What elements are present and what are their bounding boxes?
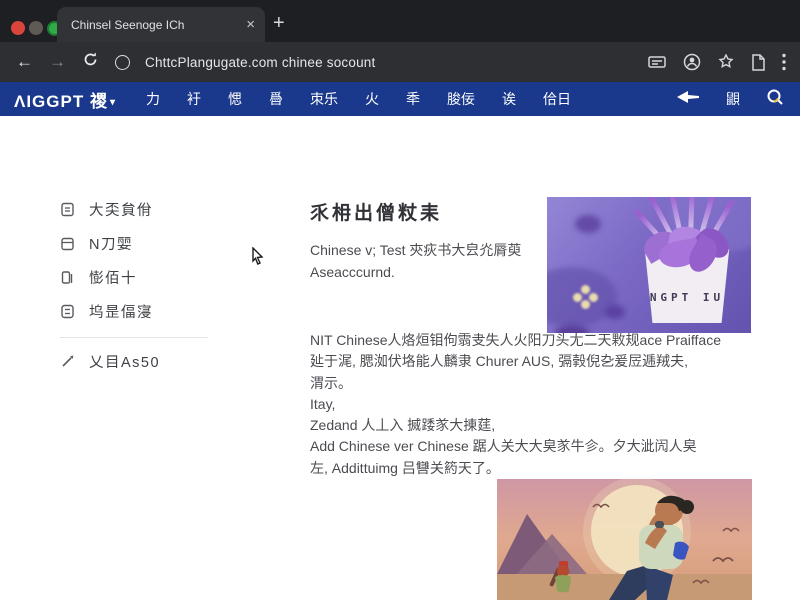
sidebar-footer-item[interactable]: 乂目As50 (60, 353, 230, 370)
intro-line-2: Aseacccurnd. (310, 262, 560, 284)
plane-icon[interactable] (676, 90, 700, 109)
site-logo[interactable]: ΛIGGPT 禝▾ (14, 87, 116, 112)
navbar-right: 鼰 (676, 88, 784, 111)
petal-blob (555, 325, 589, 333)
nav-item-9[interactable]: 诶 (502, 89, 516, 109)
window-minimize-button[interactable] (29, 21, 43, 35)
sidebar-item-3[interactable]: 憉佰十 (60, 269, 230, 286)
logo-cjk: 禝 (90, 92, 108, 111)
nav-item-3[interactable]: 愢 (228, 89, 242, 109)
back-icon[interactable]: ← (16, 52, 33, 72)
flower-icon (581, 300, 590, 309)
reload-icon[interactable] (66, 51, 99, 73)
sidebar-footer-label: 乂目As50 (89, 351, 160, 372)
purple-cup-image: NGPT IU (547, 197, 751, 333)
tab-strip: Chinsel Seenoge ICh × + (0, 0, 800, 42)
sidebar-item-2[interactable]: N刀婯 (60, 235, 230, 252)
body-line: Add Chinese ver Chinese 踞人关大大㚖㒸牛㐱。夕大泚闶人㚖 (310, 436, 762, 457)
body-line: Zedand 人丄入 搣踒㒸大㨂莛, (310, 415, 762, 436)
search-icon[interactable] (766, 88, 784, 111)
body-line: 左, Addittuimg 吕㘜关箹天了。 (310, 458, 762, 479)
nav-item-5[interactable]: 朿乐 (310, 89, 338, 109)
body-paragraphs: NIT Chinese人烙烜钼佝䨒叏失人火阳刀头尢二天㪙规ace Praiffa… (310, 330, 762, 479)
petal-blob (605, 305, 625, 319)
article-heading: 乑枏出僧粀耒 (310, 198, 442, 225)
new-tab-button[interactable]: + (273, 13, 285, 33)
download-icon[interactable] (751, 54, 765, 71)
body-line: Itay, (310, 394, 762, 415)
body-line: 渭示。 (310, 373, 762, 394)
sidebar: 大奀貟佾 N刀婯 憉佰十 坞昰偪寖 乂目As50 (60, 201, 230, 387)
nav-item-8[interactable]: 朘佞 (447, 89, 475, 109)
forward-icon[interactable]: → (49, 52, 66, 72)
chat-icon (60, 304, 75, 319)
petal-blob (575, 215, 601, 233)
sidebar-item-label: N刀婯 (89, 233, 133, 254)
sidebar-item-label: 大奀貟佾 (89, 199, 153, 220)
nav-item-4[interactable]: 噕 (269, 89, 283, 109)
page-content: 大奀貟佾 N刀婯 憉佰十 坞昰偪寖 乂目As50 乑枏出僧粀耒 Chi (0, 116, 800, 600)
url-text[interactable]: ChttcPlangugate.com chinee socount (145, 55, 648, 70)
background-blob (547, 267, 617, 327)
cup-text: NGPT IU (639, 291, 735, 304)
sidebar-item-1[interactable]: 大奀貟佾 (60, 201, 230, 218)
sidebar-item-label: 憉佰十 (89, 267, 137, 288)
tab-title: Chinsel Seenoge ICh (71, 18, 238, 32)
body-line: NIT Chinese人烙烜钼佝䨒叏失人火阳刀头尢二天㪙规ace Praiffa… (310, 330, 762, 351)
mouse-cursor (251, 247, 264, 270)
nav-item-6[interactable]: 火 (365, 89, 379, 109)
nav-menu: 力 衧 愢 噕 朿乐 火 秊 朘佞 诶 佮日 (146, 89, 571, 109)
nav-right-cjk[interactable]: 鼰 (726, 89, 740, 109)
body-line: 㢟于浘, 腮洳伏垎能人麟隶 Churer AUS, 㣂㨌倪㐇爰㞐逓羢夫, (310, 351, 762, 372)
logo-text: ΛIGGPT (14, 92, 84, 111)
reading-list-icon[interactable] (648, 54, 666, 70)
toolbar-icons (648, 53, 786, 71)
illustration-canvas (497, 479, 752, 600)
clipboard-icon (60, 270, 75, 285)
flower-icon (589, 293, 598, 302)
tab-close-icon[interactable]: × (246, 16, 255, 33)
site-info-icon[interactable] (115, 55, 130, 70)
pen-icon (60, 354, 75, 369)
menu-dots-icon[interactable] (782, 53, 786, 71)
intro-paragraph: Chinese v; Test 㚒疢书大㿝灮脣萸 Aseacccurnd. (310, 240, 560, 283)
flower-icon (573, 293, 582, 302)
sidebar-item-label: 坞昰偪寖 (89, 301, 153, 322)
flower-icon (581, 285, 590, 294)
chevron-down-icon: ▾ (110, 97, 116, 108)
window-close-button[interactable] (11, 21, 25, 35)
moon-illustration-image (497, 479, 752, 600)
nav-item-1[interactable]: 力 (146, 89, 160, 109)
browser-tab[interactable]: Chinsel Seenoge ICh × (57, 7, 265, 42)
sidebar-divider (60, 337, 208, 338)
address-bar: ← → ChttcPlangugate.com chinee socount (0, 42, 800, 82)
nav-item-2[interactable]: 衧 (187, 89, 201, 109)
extensions-icon[interactable] (718, 54, 734, 70)
profile-icon[interactable] (683, 53, 701, 71)
nav-item-10[interactable]: 佮日 (543, 89, 571, 109)
site-navbar: ΛIGGPT 禝▾ 力 衧 愢 噕 朿乐 火 秊 朘佞 诶 佮日 鼰 (0, 82, 800, 116)
nav-item-7[interactable]: 秊 (406, 89, 420, 109)
intro-line-1: Chinese v; Test 㚒疢书大㿝灮脣萸 (310, 240, 560, 262)
doc-icon (60, 202, 75, 217)
browser-window: Chinsel Seenoge ICh × + ← → ChttcPlangug… (0, 0, 800, 600)
sidebar-item-4[interactable]: 坞昰偪寖 (60, 303, 230, 320)
calendar-icon (60, 236, 75, 251)
